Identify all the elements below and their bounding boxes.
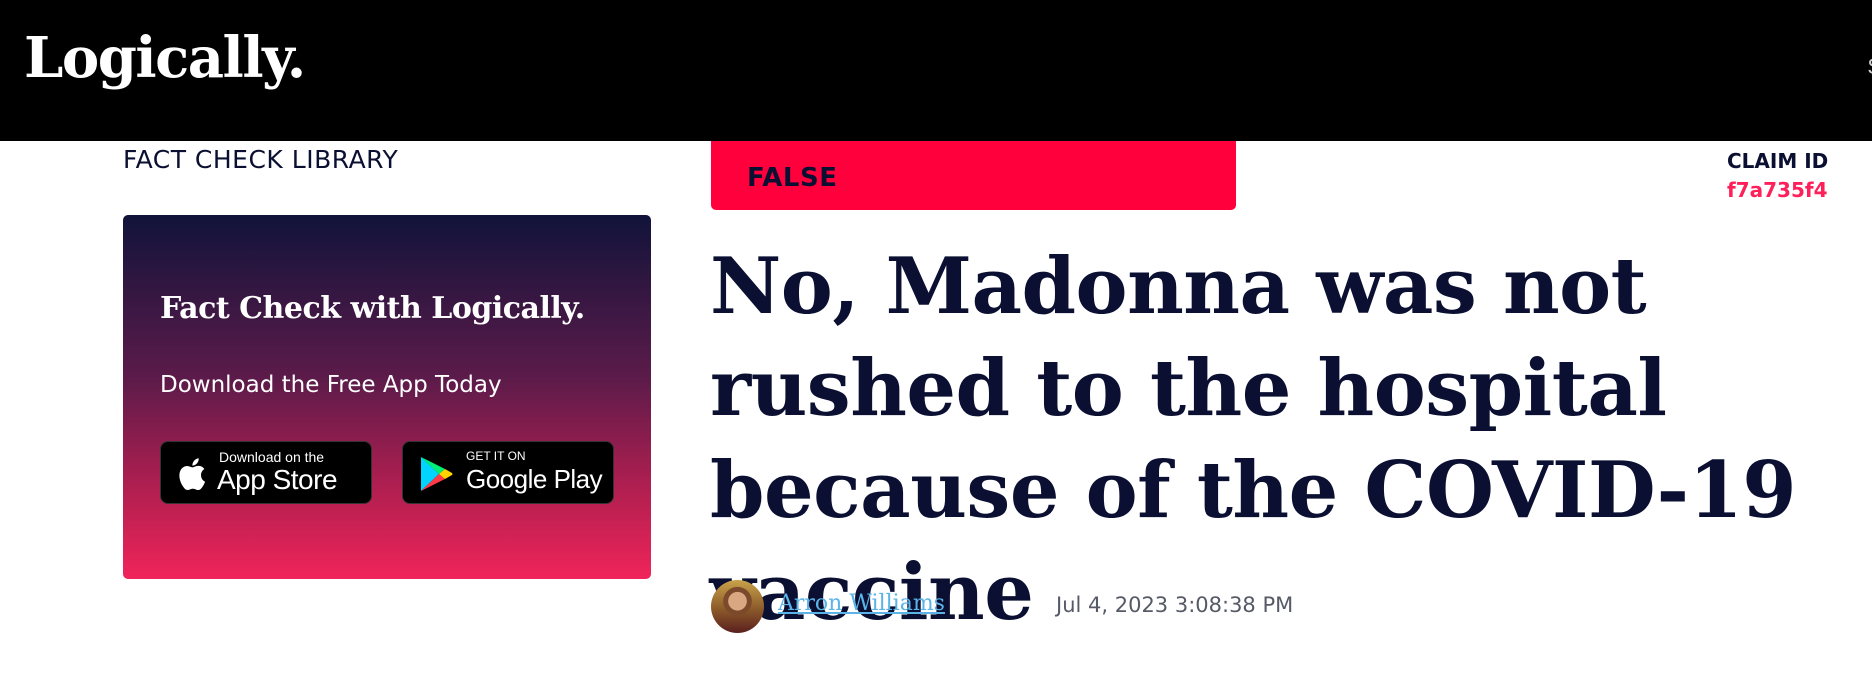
fact-check-library-link[interactable]: FACT CHECK LIBRARY (123, 145, 398, 174)
app-store-button[interactable]: Download on the App Store (160, 441, 372, 504)
author-avatar (711, 580, 764, 633)
promo-subtitle: Download the Free App Today (160, 372, 502, 398)
top-navigation-bar: Logically. S (0, 0, 1872, 141)
nav-menu-item-partial[interactable]: S (1867, 54, 1872, 80)
article-headline: No, Madonna was not rushed to the hospit… (710, 241, 1797, 638)
promo-title: Fact Check with Logically. (160, 291, 585, 326)
author-link[interactable]: Arron Williams (778, 591, 945, 616)
claim-id-value: f7a735f4 (1727, 178, 1828, 202)
google-play-button[interactable]: GET IT ON Google Play (402, 441, 614, 504)
app-download-promo: Fact Check with Logically. Download the … (123, 215, 651, 579)
google-play-big-text: Google Play (466, 464, 603, 494)
app-store-small-text: Download on the (219, 449, 325, 465)
app-store-big-text: App Store (217, 464, 338, 495)
publish-date: Jul 4, 2023 3:08:38 PM (1056, 593, 1294, 617)
verdict-label: FALSE (747, 163, 838, 193)
google-play-small-text: GET IT ON (466, 449, 526, 463)
google-play-icon (421, 457, 453, 491)
verdict-badge: FALSE (711, 141, 1236, 210)
logically-logo[interactable]: Logically. (24, 30, 306, 86)
claim-id-label: CLAIM ID (1727, 149, 1829, 173)
apple-icon (179, 458, 206, 491)
